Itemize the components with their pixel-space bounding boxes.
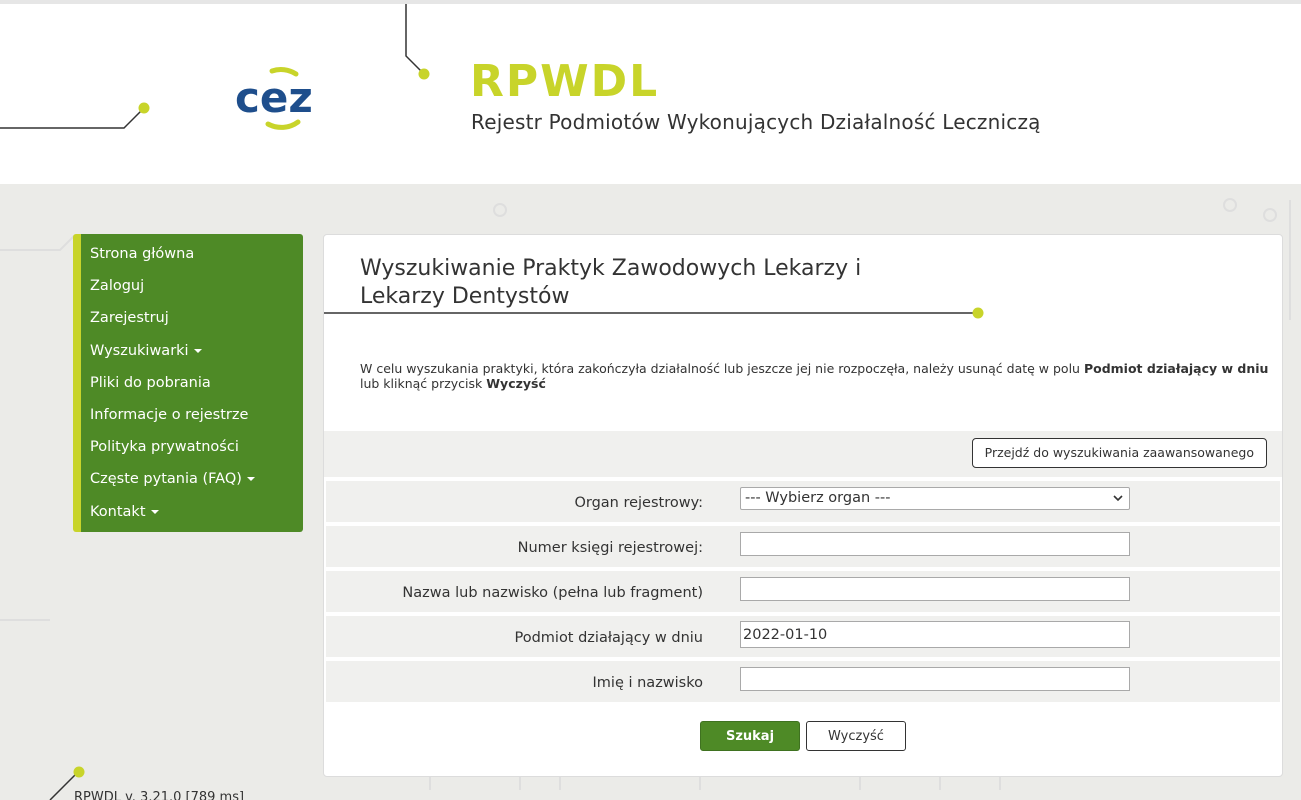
chevron-down-icon (1113, 495, 1123, 502)
sidebar-item-label: Zaloguj (90, 278, 145, 295)
sidebar-item-register[interactable]: Zarejestruj (81, 304, 303, 336)
footer-version: RPWDL v. 3.21.0 [789 ms] (74, 790, 245, 800)
sidebar-item-label: Strona główna (90, 246, 195, 262)
search-notice: W celu wyszukania praktyki, która zakońc… (360, 361, 1280, 391)
title-underline-decoration (324, 307, 984, 319)
notice-button-name: Wyczyść (486, 376, 546, 391)
brand-title: RPWDL (470, 56, 660, 107)
form-row-organ: Organ rejestrowy: --- Wybierz organ --- (326, 481, 1280, 522)
logo-text: cez (235, 73, 313, 122)
sidebar-item-label: Polityka prywatności (90, 439, 239, 456)
page-title: Wyszukiwanie Praktyk Zawodowych Lekarzy … (360, 256, 862, 309)
form-row-name: Nazwa lub nazwisko (pełna lub fragment) (326, 571, 1280, 612)
sidebar-nav: Strona główna Zaloguj Zarejestruj Wyszuk… (73, 234, 303, 532)
caret-down-icon (150, 509, 159, 514)
caret-down-icon (246, 477, 255, 482)
brand-subtitle: Rejestr Podmiotów Wykonujących Działalno… (471, 110, 1041, 134)
organ-label: Organ rejestrowy: (574, 495, 703, 511)
notice-text-middle: lub kliknąć przycisk (360, 376, 487, 391)
sidebar-item-label: Częste pytania (FAQ) (90, 471, 242, 488)
notice-field-name: Podmiot działający w dniu (1083, 361, 1269, 376)
sidebar-item-label: Zarejestruj (90, 310, 169, 327)
sidebar-item-privacy-policy[interactable]: Polityka prywatności (81, 433, 303, 465)
organ-select[interactable]: --- Wybierz organ --- (740, 487, 1130, 510)
sidebar-item-label: Wyszukiwarki (90, 342, 189, 359)
sidebar-item-label: Pliki do pobrania (90, 374, 211, 391)
organ-select-value: --- Wybierz organ --- (745, 490, 891, 506)
sidebar-item-login[interactable]: Zaloguj (81, 272, 303, 304)
name-input[interactable] (740, 577, 1130, 601)
person-name-label: Imię i nazwisko (592, 675, 703, 691)
name-label: Nazwa lub nazwisko (pełna lub fragment) (402, 585, 703, 601)
sidebar-item-home[interactable]: Strona główna (81, 240, 303, 272)
advanced-search-button[interactable]: Przejdź do wyszukiwania zaawansowanego (971, 438, 1267, 468)
site-header: cez RPWDL Rejestr Podmiotów Wykonujących… (0, 0, 1301, 184)
clear-button[interactable]: Wyczyść (806, 721, 906, 751)
sidebar-item-registry-info[interactable]: Informacje o rejestrze (81, 401, 303, 433)
form-row-book-number: Numer księgi rejestrowej: (326, 526, 1280, 567)
sidebar-item-search-engines[interactable]: Wyszukiwarki (81, 337, 303, 369)
sidebar-item-label: Kontakt (90, 503, 146, 520)
caret-down-icon (193, 348, 202, 353)
sidebar-item-downloads[interactable]: Pliki do pobrania (81, 369, 303, 401)
advanced-search-bar: Przejdź do wyszukiwania zaawansowanego (324, 431, 1282, 477)
search-panel: Wyszukiwanie Praktyk Zawodowych Lekarzy … (323, 234, 1283, 777)
active-date-input[interactable] (740, 621, 1130, 648)
form-row-person-name: Imię i nazwisko (326, 661, 1280, 702)
search-button[interactable]: Szukaj (700, 721, 800, 751)
sidebar-item-faq[interactable]: Częste pytania (FAQ) (81, 465, 303, 497)
book-number-label: Numer księgi rejestrowej: (517, 540, 703, 556)
sidebar-item-label: Informacje o rejestrze (90, 406, 249, 423)
notice-text-before: W celu wyszukania praktyki, która zakońc… (360, 361, 1084, 376)
book-number-input[interactable] (740, 532, 1130, 556)
sidebar-item-contact[interactable]: Kontakt (81, 498, 303, 530)
active-date-label: Podmiot działający w dniu (514, 630, 703, 646)
cez-logo: cez (235, 67, 313, 130)
form-row-active-date: Podmiot działający w dniu (326, 616, 1280, 657)
person-name-input[interactable] (740, 667, 1130, 691)
